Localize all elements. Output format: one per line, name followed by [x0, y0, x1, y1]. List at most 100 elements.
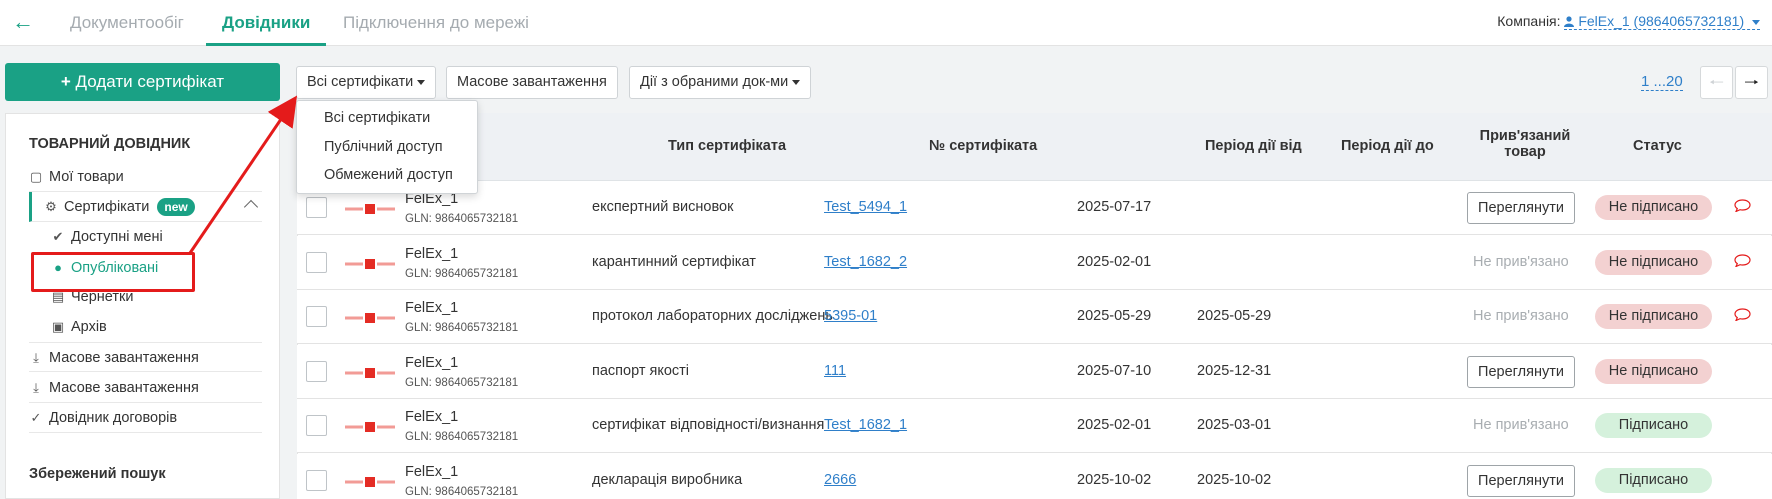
- comment-icon[interactable]: [1734, 254, 1751, 267]
- sidebar-item-certificates[interactable]: ⚙ Сертифікати new: [29, 192, 262, 222]
- sidebar-item-available-to-me[interactable]: ✔ Доступні мені: [51, 222, 262, 252]
- next-page-button[interactable]: 🠒: [1735, 66, 1768, 99]
- organization-gln: GLN: 9864065732181: [405, 322, 519, 334]
- row-checkbox[interactable]: [306, 306, 327, 327]
- highlight-annotation-box: [31, 252, 195, 292]
- arrow-left-icon[interactable]: ←: [12, 9, 34, 35]
- add-certificate-label: Додати сертифікат: [75, 72, 225, 91]
- sidebar-item-label: Сертифікати: [64, 199, 150, 215]
- table-row: FelEx_1 GLN: 9864065732181 протокол лабора…: [297, 290, 1772, 344]
- certificate-number-link[interactable]: Test_5494_1: [824, 199, 907, 215]
- certificate-number-link[interactable]: Test_1682_2: [824, 254, 907, 270]
- chevron-down-icon: [792, 79, 801, 85]
- status-badge: Підписано: [1595, 468, 1712, 493]
- organization-gln: GLN: 9864065732181: [405, 213, 519, 225]
- row-checkbox[interactable]: [306, 470, 327, 491]
- comment-icon[interactable]: [1734, 199, 1751, 212]
- bulk-upload-label: Масове завантаження: [457, 74, 607, 90]
- sidebar-item-archive[interactable]: ▣ Архів: [51, 312, 262, 342]
- sidebar-section-title: ТОВАРНИЙ ДОВІДНИК: [29, 136, 191, 152]
- valid-from: 2025-10-02: [1077, 472, 1152, 488]
- status-badge: Підписано: [1595, 413, 1712, 438]
- dropdown-item-restricted[interactable]: Обмежений доступ: [324, 167, 453, 183]
- status-badge: Не підписано: [1595, 195, 1712, 220]
- row-checkbox[interactable]: [306, 361, 327, 382]
- chevron-down-icon: [1752, 19, 1760, 25]
- sidebar-item-contracts[interactable]: ✓ Довідник договорів: [29, 403, 262, 433]
- valid-from: 2025-02-01: [1077, 417, 1152, 433]
- organization-gln: GLN: 9864065732181: [405, 431, 519, 443]
- sidebar-item-label: Довідник договорів: [49, 410, 178, 426]
- comment-icon[interactable]: [1734, 308, 1751, 321]
- certificate-type: декларація виробника: [592, 472, 743, 488]
- valid-to: 2025-05-29: [1197, 308, 1272, 324]
- table-row: FelEx_1 GLN: 9864065732181 карантинний сер…: [297, 236, 1772, 290]
- organization-name: FelEx_1: [405, 355, 459, 371]
- certificate-type: карантинний сертифікат: [592, 254, 756, 270]
- saved-search-title: Збережений пошук: [29, 466, 166, 482]
- sidebar-item-label: Масове завантаження: [49, 380, 199, 396]
- status-badge: Не підписано: [1595, 250, 1712, 275]
- sidebar-item-label: Архів: [71, 319, 107, 335]
- valid-from: 2025-05-29: [1077, 308, 1152, 324]
- not-linked-label: Не прив'язано: [1473, 308, 1569, 324]
- tab-directories[interactable]: Довідники: [222, 13, 310, 33]
- certificate-type: експертний висновок: [592, 199, 734, 215]
- certificate-type: сертифікат відповідності/визнання: [592, 417, 825, 433]
- not-linked-label: Не прив'язано: [1473, 254, 1569, 270]
- header-type: Тип сертифіката: [668, 138, 787, 154]
- gear-icon: ⚙: [45, 199, 57, 214]
- organization-gln: GLN: 9864065732181: [405, 268, 519, 280]
- all-certificates-filter[interactable]: Всі сертифікати: [296, 66, 437, 99]
- company-dropdown[interactable]: FelEx_1 (9864065732181): [1564, 13, 1760, 30]
- header-linked-line1: Прив'язаний: [1479, 128, 1571, 144]
- dropdown-item-public[interactable]: Публічний доступ: [324, 139, 443, 155]
- view-linked-product-button[interactable]: Переглянути: [1467, 465, 1575, 497]
- header-number: № сертифіката: [929, 138, 1038, 154]
- company-selector: Компанія: FelEx_1 (9864065732181): [1497, 13, 1760, 30]
- organization-logo: [345, 313, 395, 323]
- tab-network-connection[interactable]: Підключення до мережі: [343, 13, 529, 33]
- header-linked-line2: товар: [1504, 144, 1546, 160]
- view-linked-product-button[interactable]: Переглянути: [1467, 356, 1575, 388]
- organization-name: FelEx_1: [405, 464, 459, 480]
- table-row: FelEx_1 GLN: 9864065732181 декларація виро…: [297, 454, 1772, 499]
- bulk-upload-button[interactable]: Масове завантаження: [446, 66, 618, 99]
- dropdown-item-all[interactable]: Всі сертифікати: [324, 110, 430, 126]
- certificate-number-link[interactable]: 111: [824, 363, 846, 379]
- row-checkbox[interactable]: [306, 197, 327, 218]
- sidebar-item-label: Мої товари: [49, 169, 124, 185]
- add-certificate-button[interactable]: + Додати сертифікат: [5, 63, 280, 101]
- pagination-range[interactable]: 1 ...20: [1641, 74, 1683, 91]
- certificate-number-link[interactable]: 5395-01: [824, 308, 877, 324]
- row-checkbox[interactable]: [306, 252, 327, 273]
- check-circle-icon: ✔: [52, 229, 64, 244]
- certificate-type: паспорт якості: [592, 363, 690, 379]
- not-linked-label: Не прив'язано: [1473, 417, 1569, 433]
- certificate-number-link[interactable]: Test_1682_1: [824, 417, 907, 433]
- sidebar-item-bulk-upload-2[interactable]: ⤓ Масове завантаження: [29, 373, 262, 403]
- view-linked-product-button[interactable]: Переглянути: [1467, 192, 1575, 224]
- bulk-actions-button[interactable]: Дії з обраними док-ми: [629, 66, 812, 99]
- new-badge: new: [157, 198, 195, 217]
- certificate-number-link[interactable]: 2666: [824, 472, 856, 488]
- header-valid-from: Період дії від: [1205, 138, 1302, 154]
- sidebar-item-bulk-upload-1[interactable]: ⤓ Масове завантаження: [29, 342, 262, 372]
- chevron-up-icon[interactable]: [243, 199, 259, 215]
- tab-document-flow[interactable]: Документообіг: [70, 13, 184, 33]
- row-checkbox[interactable]: [306, 415, 327, 436]
- sidebar-item-label: Доступні мені: [71, 229, 163, 245]
- sidebar-item-label: Масове завантаження: [49, 350, 199, 366]
- valid-to: 2025-03-01: [1197, 417, 1272, 433]
- organization-gln: GLN: 9864065732181: [405, 377, 519, 389]
- sidebar-item-my-goods[interactable]: ▢ Мої товари: [29, 162, 262, 192]
- filter-label: Всі сертифікати: [307, 74, 414, 90]
- plus-icon: +: [60, 72, 71, 91]
- active-tab-indicator: [206, 43, 326, 46]
- prev-page-button[interactable]: 🠐: [1700, 66, 1733, 99]
- status-badge: Не підписано: [1595, 304, 1712, 329]
- table-row: FelEx_1 GLN: 9864065732181 паспорт якості 1…: [297, 345, 1772, 399]
- valid-from: 2025-07-17: [1077, 199, 1152, 215]
- archive-icon: ▣: [51, 319, 65, 334]
- company-value: FelEx_1 (9864065732181): [1578, 13, 1745, 29]
